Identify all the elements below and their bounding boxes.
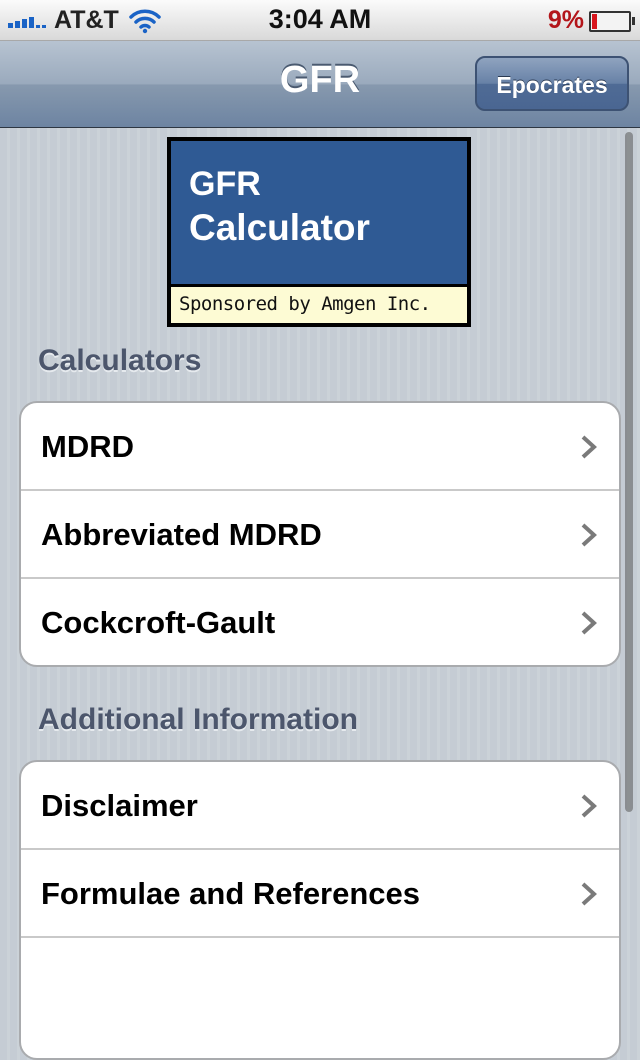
section-header-additional-information: Additional Information bbox=[38, 703, 358, 736]
list-item-disclaimer[interactable]: Disclaimer bbox=[21, 762, 619, 850]
chevron-right-icon bbox=[581, 794, 597, 818]
chevron-right-icon bbox=[581, 523, 597, 547]
battery-percent: 9% bbox=[547, 6, 584, 34]
epocrates-button[interactable]: Epocrates bbox=[475, 56, 629, 111]
list-item-formulae-and-references[interactable]: Formulae and References bbox=[21, 850, 619, 938]
sponsor-label: Sponsored by Amgen Inc. bbox=[171, 284, 467, 323]
calculators-group: MDRD Abbreviated MDRD Cockcroft-Gault bbox=[19, 401, 621, 667]
banner-title-line1: GFR bbox=[189, 165, 261, 203]
list-item-abbreviated-mdrd[interactable]: Abbreviated MDRD bbox=[21, 491, 619, 579]
additional-information-group: Disclaimer Formulae and References bbox=[19, 760, 621, 1060]
list-item-label: Disclaimer bbox=[41, 788, 198, 823]
list-item-mdrd[interactable]: MDRD bbox=[21, 403, 619, 491]
navigation-bar: GFR Epocrates bbox=[0, 41, 640, 128]
list-item-label: Formulae and References bbox=[41, 876, 421, 911]
battery-icon bbox=[589, 11, 635, 32]
list-item-label: Cockcroft-Gault bbox=[41, 605, 276, 640]
chevron-right-icon bbox=[581, 882, 597, 906]
banner-title-line2: Calculator bbox=[189, 207, 370, 248]
scrollbar[interactable] bbox=[625, 132, 633, 812]
chevron-right-icon bbox=[581, 435, 597, 459]
section-header-calculators: Calculators bbox=[38, 344, 202, 377]
chevron-right-icon bbox=[581, 611, 597, 635]
list-item-partial[interactable] bbox=[21, 938, 619, 1026]
gfr-calculator-banner[interactable]: GFR Calculator Sponsored by Amgen Inc. bbox=[167, 137, 471, 327]
list-item-cockcroft-gault[interactable]: Cockcroft-Gault bbox=[21, 579, 619, 665]
list-item-label: MDRD bbox=[41, 429, 134, 464]
status-time: 3:04 AM bbox=[268, 4, 372, 34]
list-item-label: Abbreviated MDRD bbox=[41, 517, 322, 552]
status-bar: AT&T 3:04 AM 9% bbox=[0, 0, 640, 41]
